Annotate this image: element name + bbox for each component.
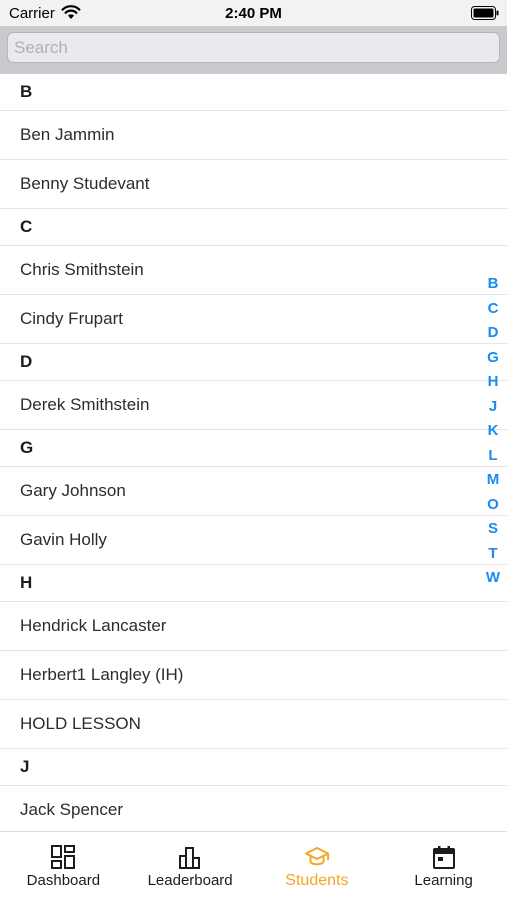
index-letter[interactable]: L	[488, 444, 497, 469]
section-letter: J	[20, 757, 30, 776]
index-letter[interactable]: B	[488, 272, 499, 297]
tab-label: Students	[285, 872, 349, 889]
status-bar: Carrier 2:40 PM	[0, 0, 507, 26]
index-letter[interactable]: K	[488, 419, 499, 444]
section-letter: C	[20, 217, 33, 236]
student-row[interactable]: Jack Spencer	[0, 786, 507, 831]
tab-students[interactable]: Students	[254, 832, 381, 900]
student-row[interactable]: Herbert1 Langley (IH)	[0, 651, 507, 700]
student-name: Derek Smithstein	[20, 395, 150, 414]
battery-icon	[471, 6, 499, 20]
section-header: H	[0, 565, 507, 602]
student-row[interactable]: Benny Studevant	[0, 160, 507, 209]
student-name: Gavin Holly	[20, 530, 107, 549]
index-letter[interactable]: J	[489, 395, 497, 420]
calendar-icon	[432, 846, 455, 869]
student-name: Herbert1 Langley (IH)	[20, 665, 184, 684]
student-name: Gary Johnson	[20, 481, 126, 500]
tab-bar: Dashboard Leaderboard Students Learning	[0, 831, 507, 900]
student-row[interactable]: Chris Smithstein	[0, 246, 507, 295]
tab-dashboard[interactable]: Dashboard	[0, 832, 127, 900]
student-name: Hendrick Lancaster	[20, 616, 167, 635]
search-bar	[0, 26, 507, 74]
student-row[interactable]: Derek Smithstein	[0, 381, 507, 430]
student-name: HOLD LESSON	[20, 714, 141, 733]
search-input[interactable]	[7, 32, 500, 63]
status-time: 2:40 PM	[225, 5, 282, 22]
section-header: C	[0, 209, 507, 246]
dashboard-icon	[51, 845, 76, 869]
tab-leaderboard[interactable]: Leaderboard	[127, 832, 254, 900]
section-letter: H	[20, 573, 33, 592]
student-row[interactable]: Ben Jammin	[0, 111, 507, 160]
section-header: G	[0, 430, 507, 467]
tab-learning[interactable]: Learning	[380, 832, 507, 900]
section-header: D	[0, 344, 507, 381]
index-letter[interactable]: G	[487, 346, 499, 371]
tab-label: Learning	[414, 872, 473, 889]
tab-label: Leaderboard	[147, 872, 233, 889]
student-row[interactable]: Gary Johnson	[0, 467, 507, 516]
index-letter[interactable]: D	[488, 321, 499, 346]
student-row[interactable]: HOLD LESSON	[0, 700, 507, 749]
index-letter[interactable]: T	[488, 542, 497, 567]
student-row[interactable]: Hendrick Lancaster	[0, 602, 507, 651]
index-letter[interactable]: M	[487, 468, 500, 493]
index-letter[interactable]: C	[488, 297, 499, 322]
student-name: Ben Jammin	[20, 125, 115, 144]
student-row[interactable]: Gavin Holly	[0, 516, 507, 565]
leaderboard-icon	[179, 847, 201, 869]
index-letter[interactable]: H	[488, 370, 499, 395]
graduation-cap-icon	[304, 847, 329, 866]
student-list[interactable]: B Ben Jammin Benny Studevant C Chris Smithst…	[0, 74, 507, 831]
student-row[interactable]: Cindy Frupart	[0, 295, 507, 344]
section-index[interactable]: BCDGHJKLMOSTW	[484, 272, 502, 591]
section-letter: D	[20, 352, 33, 371]
section-letter: B	[20, 82, 33, 101]
index-letter[interactable]: W	[486, 566, 500, 591]
student-name: Benny Studevant	[20, 174, 150, 193]
student-name: Cindy Frupart	[20, 309, 123, 328]
index-letter[interactable]: O	[487, 493, 499, 518]
student-name: Chris Smithstein	[20, 260, 144, 279]
student-name: Jack Spencer	[20, 800, 123, 819]
section-letter: G	[20, 438, 34, 457]
section-header: B	[0, 74, 507, 111]
section-header: J	[0, 749, 507, 786]
tab-label: Dashboard	[26, 872, 101, 889]
index-letter[interactable]: S	[488, 517, 498, 542]
